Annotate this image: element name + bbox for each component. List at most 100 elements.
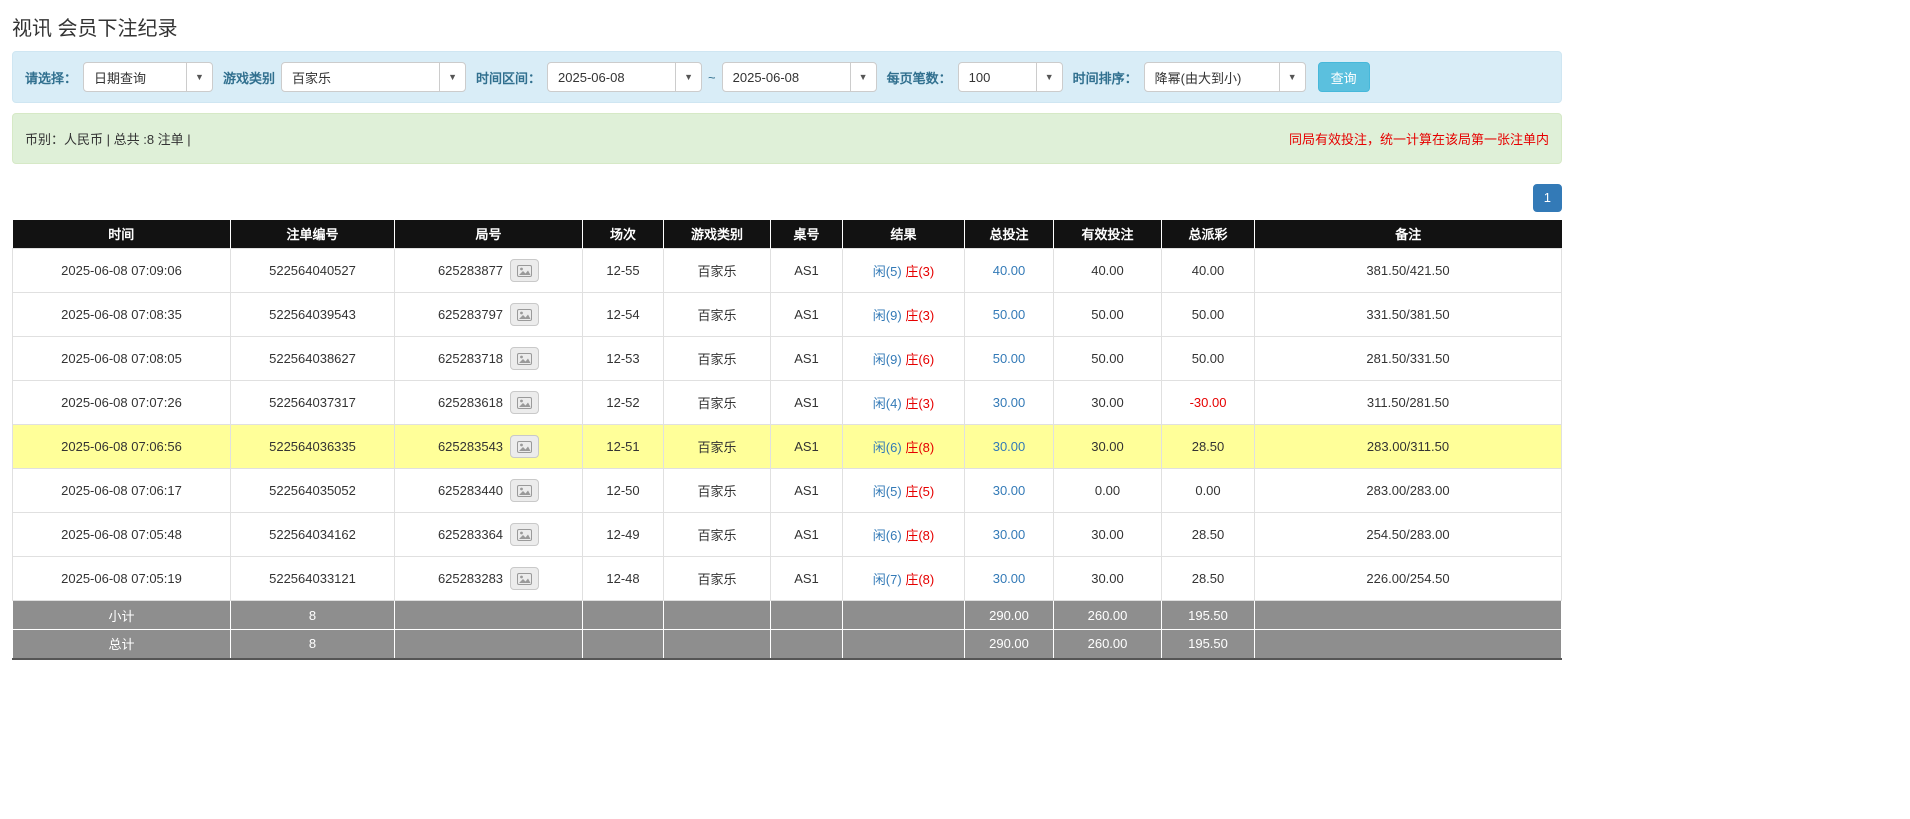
cell-result: 闲(5) 庄(3): [843, 249, 965, 293]
result-player: 闲(7): [873, 572, 902, 587]
cell-game-type: 百家乐: [664, 469, 771, 513]
round-image-button[interactable]: [510, 347, 539, 370]
table-row: 2025-06-08 07:05:48522564034162625283364…: [13, 513, 1562, 557]
round-image-button[interactable]: [510, 259, 539, 282]
bet-records-table: 时间注单编号局号场次游戏类别桌号结果总投注有效投注总派彩备注 2025-06-0…: [12, 220, 1562, 660]
page-size-label: 每页笔数：: [887, 68, 952, 87]
round-image-button[interactable]: [510, 391, 539, 414]
cell-bet-number: 522564039543: [231, 293, 395, 337]
result-banker: 庄(5): [905, 484, 934, 499]
table-row: 2025-06-08 07:09:06522564040527625283877…: [13, 249, 1562, 293]
cell-total-bet: 30.00: [965, 513, 1054, 557]
time-sort-select[interactable]: 降幂(由大到小) ▼: [1144, 62, 1306, 92]
round-image-button[interactable]: [510, 479, 539, 502]
total-bet-link[interactable]: 30.00: [993, 395, 1026, 410]
date-from-picker[interactable]: 2025-06-08 ▼: [547, 62, 702, 92]
query-button[interactable]: 查询: [1318, 62, 1370, 92]
image-icon: [517, 265, 532, 277]
query-type-value: 日期查询: [84, 68, 186, 87]
footer-valid-bet: 260.00: [1054, 601, 1162, 630]
result-banker: 庄(8): [905, 528, 934, 543]
query-type-select[interactable]: 日期查询 ▼: [83, 62, 213, 92]
column-header: 有效投注: [1054, 220, 1162, 249]
cell-total-bet: 30.00: [965, 469, 1054, 513]
total-bet-link[interactable]: 30.00: [993, 483, 1026, 498]
cell-round-number: 625283543: [395, 425, 583, 469]
query-type-label: 请选择：: [25, 68, 77, 87]
cell-payout: 28.50: [1162, 513, 1255, 557]
footer-payout: 195.50: [1162, 630, 1255, 659]
page-1-button[interactable]: 1: [1533, 184, 1562, 212]
cell-table-number: AS1: [771, 425, 843, 469]
cell-total-bet: 50.00: [965, 337, 1054, 381]
cell-bet-number: 522564040527: [231, 249, 395, 293]
column-header: 备注: [1255, 220, 1562, 249]
valid-bet-notice: 同局有效投注，统一计算在该局第一张注单内: [1289, 129, 1549, 148]
cell-time: 2025-06-08 07:06:17: [13, 469, 231, 513]
cell-session: 12-51: [583, 425, 664, 469]
column-header: 时间: [13, 220, 231, 249]
table-header-row: 时间注单编号局号场次游戏类别桌号结果总投注有效投注总派彩备注: [13, 220, 1562, 249]
column-header: 桌号: [771, 220, 843, 249]
cell-payout: 50.00: [1162, 337, 1255, 381]
chevron-down-icon: ▼: [439, 63, 465, 91]
cell-valid-bet: 50.00: [1054, 337, 1162, 381]
chevron-down-icon: ▼: [1279, 63, 1305, 91]
footer-total-bet: 290.00: [965, 630, 1054, 659]
cell-payout: 28.50: [1162, 425, 1255, 469]
cell-session: 12-53: [583, 337, 664, 381]
cell-valid-bet: 0.00: [1054, 469, 1162, 513]
round-number-text: 625283797: [438, 307, 503, 322]
cell-session: 12-55: [583, 249, 664, 293]
total-bet-link[interactable]: 30.00: [993, 527, 1026, 542]
result-player: 闲(6): [873, 528, 902, 543]
page-container: 视讯 会员下注纪录 请选择： 日期查询 ▼ 游戏类别 百家乐 ▼ 时间区间： 2…: [12, 12, 1562, 660]
total-bet-link[interactable]: 30.00: [993, 439, 1026, 454]
cell-time: 2025-06-08 07:08:05: [13, 337, 231, 381]
date-to-picker[interactable]: 2025-06-08 ▼: [722, 62, 877, 92]
cell-valid-bet: 30.00: [1054, 381, 1162, 425]
image-icon: [517, 441, 532, 453]
round-image-button[interactable]: [510, 435, 539, 458]
cell-table-number: AS1: [771, 469, 843, 513]
cell-table-number: AS1: [771, 513, 843, 557]
table-row: 2025-06-08 07:06:56522564036335625283543…: [13, 425, 1562, 469]
page-size-select[interactable]: 100 ▼: [958, 62, 1063, 92]
image-icon: [517, 529, 532, 541]
total-bet-link[interactable]: 40.00: [993, 263, 1026, 278]
cell-time: 2025-06-08 07:05:48: [13, 513, 231, 557]
cell-time: 2025-06-08 07:07:26: [13, 381, 231, 425]
total-bet-link[interactable]: 50.00: [993, 307, 1026, 322]
cell-table-number: AS1: [771, 557, 843, 601]
round-image-button[interactable]: [510, 523, 539, 546]
cell-session: 12-52: [583, 381, 664, 425]
cell-valid-bet: 50.00: [1054, 293, 1162, 337]
result-player: 闲(4): [873, 396, 902, 411]
table-row: 2025-06-08 07:08:05522564038627625283718…: [13, 337, 1562, 381]
cell-valid-bet: 40.00: [1054, 249, 1162, 293]
page-size-value: 100: [959, 70, 1036, 85]
cell-bet-number: 522564038627: [231, 337, 395, 381]
result-banker: 庄(3): [905, 396, 934, 411]
cell-time: 2025-06-08 07:05:19: [13, 557, 231, 601]
cell-round-number: 625283797: [395, 293, 583, 337]
cell-game-type: 百家乐: [664, 381, 771, 425]
table-row: 2025-06-08 07:08:35522564039543625283797…: [13, 293, 1562, 337]
round-number-text: 625283283: [438, 571, 503, 586]
total-bet-link[interactable]: 50.00: [993, 351, 1026, 366]
cell-payout: 0.00: [1162, 469, 1255, 513]
cell-payout: 50.00: [1162, 293, 1255, 337]
round-image-button[interactable]: [510, 567, 539, 590]
round-image-button[interactable]: [510, 303, 539, 326]
column-header: 结果: [843, 220, 965, 249]
footer-payout: 195.50: [1162, 601, 1255, 630]
table-row: 2025-06-08 07:06:17522564035052625283440…: [13, 469, 1562, 513]
game-type-label: 游戏类别: [223, 68, 275, 87]
date-range-separator: ~: [708, 70, 716, 85]
game-type-select[interactable]: 百家乐 ▼: [281, 62, 466, 92]
cell-result: 闲(4) 庄(3): [843, 381, 965, 425]
cell-round-number: 625283283: [395, 557, 583, 601]
total-bet-link[interactable]: 30.00: [993, 571, 1026, 586]
result-banker: 庄(3): [905, 264, 934, 279]
footer-valid-bet: 260.00: [1054, 630, 1162, 659]
